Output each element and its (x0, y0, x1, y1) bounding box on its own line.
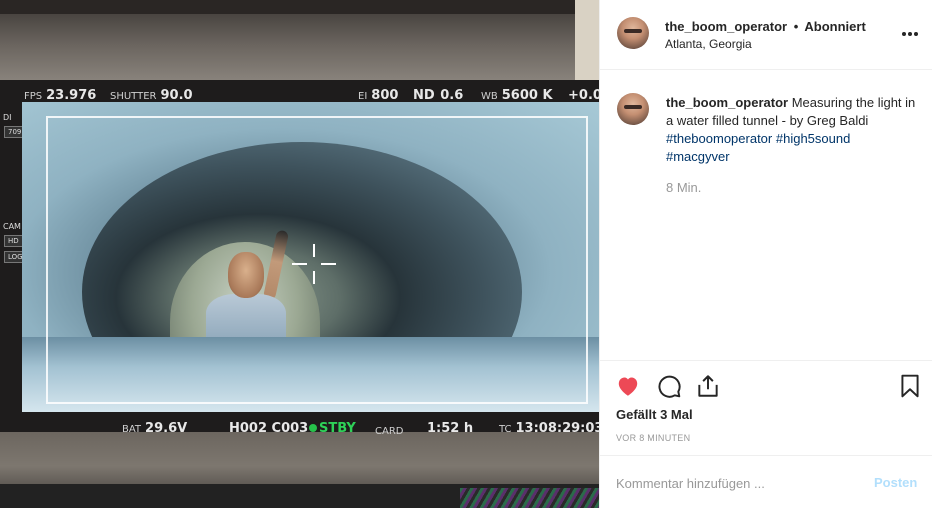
osd-nd: ND 0.6 (413, 88, 464, 103)
post-timestamp[interactable]: VOR 8 MINUTEN (616, 433, 690, 443)
caption-area: the_boom_operator Measuring the light in… (600, 71, 932, 361)
follow-status[interactable]: Abonniert (804, 19, 865, 34)
comment-box: Posten (600, 455, 932, 508)
avatar[interactable] (617, 17, 649, 49)
osd-side-di: DI (3, 113, 12, 122)
more-options-icon[interactable] (902, 32, 918, 36)
header-username[interactable]: the_boom_operator (665, 19, 787, 34)
caption-time[interactable]: 8 Min. (666, 180, 701, 195)
osd-timecode: TC 13:08:29:03 (499, 421, 599, 436)
osd-clip: H002 C003 (229, 421, 309, 436)
osd-side-cam: CAM (3, 222, 21, 231)
header-separator: • (793, 19, 799, 34)
osd-fps: FPS 23.976 (24, 88, 97, 103)
caption-text: the_boom_operator Measuring the light in… (666, 94, 916, 166)
crosshair-icon (292, 244, 336, 284)
monitor-screen (22, 102, 599, 412)
comment-icon[interactable] (656, 373, 682, 399)
tape-strip (575, 0, 599, 84)
caption-username[interactable]: the_boom_operator (666, 95, 788, 110)
hashtag-link[interactable]: #macgyver (666, 149, 730, 164)
osd-side-hd: HD (4, 235, 23, 247)
osd-battery: BAT 29.6V (122, 421, 188, 436)
monitor-top (0, 0, 599, 82)
osd-ei: EI 800 (358, 88, 399, 103)
post-panel: the_boom_operator • Abonniert Atlanta, G… (599, 0, 932, 508)
osd-card: CARD (375, 426, 404, 437)
hashtag-link[interactable]: #high5sound (776, 131, 850, 146)
hashtag-link[interactable]: #theboomoperator (666, 131, 772, 146)
post-button[interactable]: Posten (874, 475, 917, 490)
bookmark-icon[interactable] (897, 373, 923, 399)
header-user: the_boom_operator • Abonniert (665, 19, 866, 34)
osd-status: STBY (309, 417, 356, 436)
like-count[interactable]: Gefällt 3 Mal (616, 407, 693, 422)
osd-tint: +0.0 (568, 88, 599, 103)
post-photo[interactable]: FPS 23.976 SHUTTER 90.0 EI 800 ND 0.6 WB 560… (0, 0, 599, 508)
heart-icon[interactable] (615, 373, 641, 399)
action-bar: Gefällt 3 Mal VOR 8 MINUTEN (600, 360, 932, 455)
osd-shutter: SHUTTER 90.0 (110, 88, 193, 103)
caption-avatar[interactable] (617, 93, 649, 125)
monitor-bottom (0, 432, 599, 508)
osd-card-time: 1:52 h (427, 421, 474, 436)
comment-input[interactable] (616, 473, 856, 493)
location-link[interactable]: Atlanta, Georgia (665, 37, 752, 51)
osd-wb: WB 5600 K (481, 88, 553, 103)
share-icon[interactable] (695, 373, 721, 399)
post-header: the_boom_operator • Abonniert Atlanta, G… (600, 0, 932, 70)
